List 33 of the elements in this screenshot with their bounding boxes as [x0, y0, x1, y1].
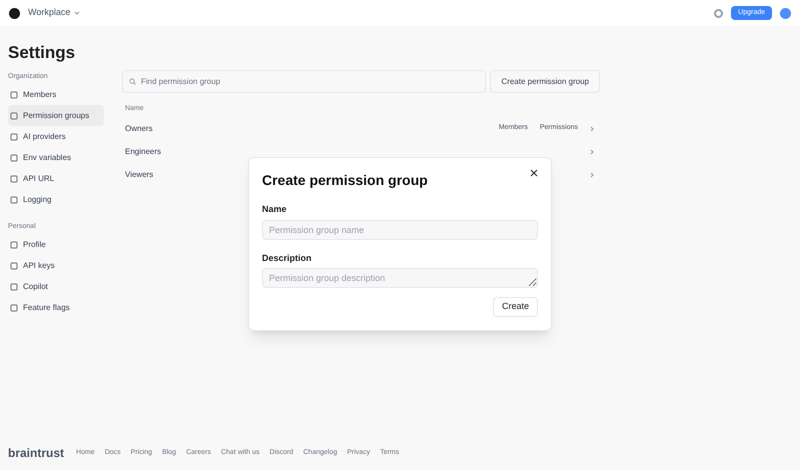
avatar[interactable] [780, 8, 791, 18]
sidebar-item[interactable]: Feature flags [8, 297, 104, 318]
description-field[interactable]: Permission group description [262, 268, 538, 288]
field-label: Name [262, 203, 288, 216]
sidebar-item[interactable]: Logging [8, 189, 104, 210]
chevron-right-icon[interactable] [590, 126, 594, 132]
name-field[interactable]: Permission group name [262, 220, 538, 240]
create-button[interactable]: Create [492, 297, 538, 317]
sidebar-item[interactable]: API URL [8, 168, 104, 189]
dialog-title: Create permission group [262, 171, 428, 190]
table-cell: Engineers [125, 146, 162, 158]
sidebar-item[interactable]: Env variables [8, 147, 104, 168]
sidebar-item[interactable]: Permission groups [8, 105, 104, 126]
sidebar-item[interactable]: API keys [8, 255, 104, 276]
footer-logo[interactable]: braintrust [8, 444, 64, 462]
search-field[interactable]: Find permission group [122, 70, 486, 93]
chevron-right-icon[interactable] [590, 172, 594, 178]
field-label: Description [262, 252, 313, 265]
logo-icon[interactable] [9, 8, 20, 18]
workspace-dropdown[interactable]: Workplace [28, 6, 80, 20]
table-cell: Owners [125, 122, 153, 134]
sidebar-item[interactable]: Profile [8, 234, 104, 255]
search-icon [129, 78, 136, 85]
create-group-button[interactable]: Create permission group [490, 70, 600, 93]
sidebar-item[interactable]: Members [8, 84, 104, 105]
page-title: Settings [8, 42, 76, 62]
sidebar-item[interactable]: Copilot [8, 276, 104, 297]
sidebar-item[interactable]: AI providers [8, 126, 104, 147]
chevron-right-icon[interactable] [590, 148, 594, 154]
table-cell: Viewers [125, 168, 154, 180]
close-icon[interactable] [530, 169, 538, 177]
help-icon[interactable] [714, 8, 724, 18]
chevron-down-icon [74, 11, 80, 15]
